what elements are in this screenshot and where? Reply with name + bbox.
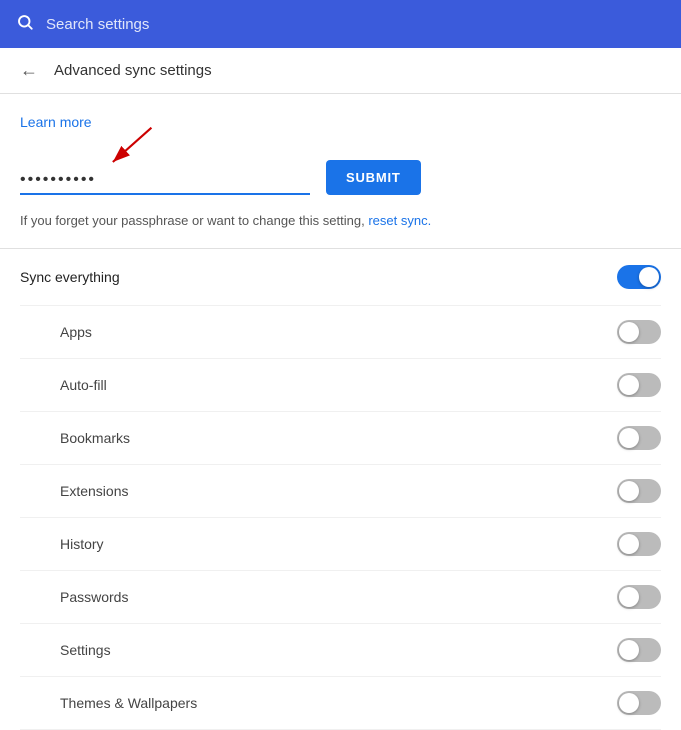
page-title: Advanced sync settings [54,62,212,79]
history-label: History [60,536,104,552]
toggle-track-settings [617,638,661,662]
passphrase-input-wrapper [20,171,310,195]
settings-row: Settings [20,624,661,677]
extensions-row: Extensions [20,465,661,518]
page-header: ← Advanced sync settings [0,48,681,94]
apps-label: Apps [60,324,92,340]
toggle-track-bookmarks [617,426,661,450]
toggle-thumb-themes [619,693,639,713]
toggle-thumb-history [619,534,639,554]
search-input[interactable] [46,16,665,33]
submit-button[interactable]: SUBMIT [326,160,421,195]
forget-passphrase-text: If you forget your passphrase or want to… [20,213,661,228]
themes-wallpapers-label: Themes & Wallpapers [60,695,197,711]
autofill-toggle[interactable] [617,373,661,397]
toggle-track-extensions [617,479,661,503]
reset-sync-link[interactable]: reset sync. [368,213,431,228]
themes-wallpapers-toggle[interactable] [617,691,661,715]
passwords-toggle[interactable] [617,585,661,609]
sync-everything-toggle[interactable] [617,265,661,289]
toggle-track-passwords [617,585,661,609]
toggle-track-on [617,265,661,289]
sync-everything-label: Sync everything [20,269,120,285]
history-toggle[interactable] [617,532,661,556]
bookmarks-row: Bookmarks [20,412,661,465]
toggle-thumb-autofill [619,375,639,395]
apps-toggle[interactable] [617,320,661,344]
main-content: Learn more SUBMIT If you forget your pas… [0,94,681,730]
learn-more-link[interactable]: Learn more [20,114,92,130]
toggle-thumb-settings [619,640,639,660]
toggle-track-themes [617,691,661,715]
extensions-label: Extensions [60,483,128,499]
toggle-track-history [617,532,661,556]
themes-wallpapers-row: Themes & Wallpapers [20,677,661,730]
toggle-track-apps [617,320,661,344]
sync-everything-row: Sync everything [20,249,661,306]
search-bar [0,0,681,48]
toggle-thumb-bookmarks [619,428,639,448]
extensions-toggle[interactable] [617,479,661,503]
autofill-label: Auto-fill [60,377,107,393]
apps-row: Apps [20,306,661,359]
settings-label: Settings [60,642,111,658]
search-icon [16,13,34,36]
passphrase-input[interactable] [20,171,310,189]
toggle-thumb-extensions [619,481,639,501]
bookmarks-toggle[interactable] [617,426,661,450]
passwords-row: Passwords [20,571,661,624]
bookmarks-label: Bookmarks [60,430,130,446]
history-row: History [20,518,661,571]
toggle-thumb-passwords [619,587,639,607]
settings-toggle[interactable] [617,638,661,662]
back-button[interactable]: ← [20,60,38,81]
autofill-row: Auto-fill [20,359,661,412]
toggle-thumb-apps [619,322,639,342]
toggle-thumb [639,267,659,287]
forget-text-prefix: If you forget your passphrase or want to… [20,213,365,228]
toggle-track-autofill [617,373,661,397]
passwords-label: Passwords [60,589,128,605]
arrow-annotation [100,122,160,172]
passphrase-section: SUBMIT [20,160,661,195]
